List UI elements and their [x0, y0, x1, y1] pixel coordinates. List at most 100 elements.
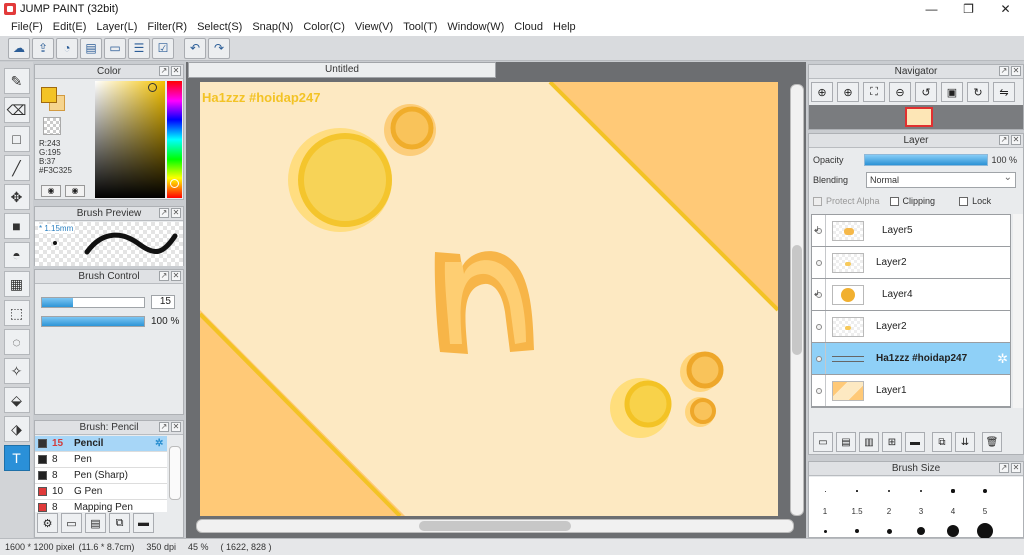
list-icon[interactable]: ☰	[128, 37, 150, 59]
hue-cursor[interactable]	[170, 179, 179, 188]
drawing-canvas[interactable]: Ha1zzz #hoidap247	[200, 82, 778, 516]
move-icon[interactable]: ✥	[3, 184, 30, 210]
brush-list-item[interactable]: 10 G Pen	[35, 484, 167, 500]
popout-icon[interactable]: ↗	[159, 66, 169, 76]
new-layer-icon[interactable]: ▭	[813, 432, 833, 452]
brush-folder-icon[interactable]: ▬	[133, 513, 154, 533]
menu-color[interactable]: Color(C)	[298, 21, 350, 33]
layer-item[interactable]: ↲ Layer4	[812, 279, 1010, 311]
saturation-value-square[interactable]	[95, 81, 165, 198]
brush-size-grid[interactable]: 1 1.5 2 3 4 5	[809, 477, 1023, 539]
new-raster-layer-icon[interactable]: ▤	[836, 432, 856, 452]
comment-icon[interactable]: ◔	[56, 37, 78, 59]
gradient-icon[interactable]: ▦	[3, 271, 30, 297]
brush-size-dot[interactable]	[823, 529, 827, 533]
gear-icon[interactable]: ✲	[155, 438, 167, 449]
popout-icon[interactable]: ↗	[159, 422, 169, 432]
popout-icon[interactable]: ↗	[159, 208, 169, 218]
redo-icon[interactable]: ↷	[208, 37, 230, 59]
zoom-in-icon[interactable]: ⊕	[837, 82, 859, 102]
visibility-icon[interactable]	[812, 247, 826, 278]
brush-size-dot[interactable]	[983, 489, 987, 493]
menu-layer[interactable]: Layer(L)	[91, 21, 142, 33]
visibility-icon[interactable]	[812, 311, 826, 342]
bucket-icon[interactable]: ◓	[3, 242, 30, 268]
popout-icon[interactable]: ↗	[999, 66, 1009, 76]
brush-list-scrollbar[interactable]	[169, 446, 181, 500]
brush-size-dot[interactable]	[824, 490, 826, 492]
flip-icon[interactable]: ⇋	[993, 82, 1015, 102]
layer-item[interactable]: Layer2	[812, 311, 1010, 343]
close-icon[interactable]: ✕	[171, 66, 181, 76]
brush-size-dot[interactable]	[951, 489, 955, 493]
menu-snap[interactable]: Snap(N)	[247, 21, 298, 33]
document-tab[interactable]: Untitled	[188, 62, 496, 78]
duplicate-layer-icon[interactable]: ⧉	[932, 432, 952, 452]
gear-icon[interactable]: ✲	[997, 351, 1008, 367]
lock-checkbox[interactable]	[959, 196, 969, 206]
brush-size-slider[interactable]	[41, 296, 145, 308]
vertical-scroll-thumb[interactable]	[792, 245, 802, 355]
horizontal-scroll-thumb[interactable]	[419, 521, 571, 531]
close-button[interactable]: ✕	[987, 0, 1024, 18]
new-brush-icon[interactable]: ▭	[61, 513, 82, 533]
visibility-icon[interactable]	[812, 343, 826, 374]
brush-settings-icon[interactable]: ⚙	[37, 513, 58, 533]
page-icon[interactable]: ▭	[104, 37, 126, 59]
checklist-icon[interactable]: ☑	[152, 37, 174, 59]
brush-size-input[interactable]: 15	[151, 295, 175, 309]
menu-filter[interactable]: Filter(R)	[142, 21, 192, 33]
brush-size-dot[interactable]	[977, 523, 993, 539]
merge-layer-icon[interactable]: ⇊	[955, 432, 975, 452]
fit-screen-icon[interactable]: ⛶	[863, 82, 885, 102]
horizontal-scrollbar[interactable]	[196, 519, 794, 533]
undo-icon[interactable]: ↶	[184, 37, 206, 59]
brush-size-dot[interactable]	[886, 528, 892, 534]
navigator-preview[interactable]	[809, 105, 1023, 129]
duplicate-brush-icon[interactable]: ⧉	[109, 513, 130, 533]
popout-icon[interactable]: ↗	[159, 271, 169, 281]
zoom-actual-icon[interactable]: ⊕	[811, 82, 833, 102]
reset-rotation-icon[interactable]: ▣	[941, 82, 963, 102]
marquee-icon[interactable]: ⬚	[3, 300, 30, 326]
blending-select[interactable]: Normal	[866, 171, 1017, 188]
eyedropper-icon[interactable]: ◉	[41, 185, 61, 197]
layer-item[interactable]: ↲ Layer5	[812, 215, 1010, 247]
fill-rect-icon[interactable]: ■	[3, 213, 30, 239]
eraser-icon[interactable]: ⌫	[3, 97, 30, 123]
cloud-icon[interactable]: ☁	[8, 37, 30, 59]
brush-list-item[interactable]: 8 Mapping Pen	[35, 500, 167, 512]
popout-icon[interactable]: ↗	[999, 135, 1009, 145]
minimize-button[interactable]: —	[913, 0, 950, 18]
color-picker-cursor[interactable]	[148, 83, 157, 92]
brush-size-dot[interactable]	[917, 527, 925, 535]
layer-folder-icon[interactable]: ▬	[905, 432, 925, 452]
brush-size-dot[interactable]	[947, 525, 959, 537]
menu-select[interactable]: Select(S)	[192, 21, 247, 33]
text-icon[interactable]: T	[3, 445, 30, 471]
close-icon[interactable]: ✕	[1011, 463, 1021, 473]
lasso-icon[interactable]: ◌	[3, 329, 30, 355]
pen-line-icon[interactable]: ╱	[3, 155, 30, 181]
layer-item[interactable]: Layer2	[812, 247, 1010, 279]
clipping-checkbox[interactable]	[889, 196, 899, 206]
maximize-button[interactable]: ❐	[950, 0, 987, 18]
magic-wand-icon[interactable]: ✧	[3, 358, 30, 384]
menu-view[interactable]: View(V)	[350, 21, 398, 33]
menu-file[interactable]: File(F)	[6, 21, 48, 33]
layer-item[interactable]: Ha1zzz #hoidap247 ✲	[812, 343, 1010, 375]
menu-window[interactable]: Window(W)	[442, 21, 509, 33]
visibility-icon[interactable]	[812, 375, 826, 406]
brush-size-dot[interactable]	[855, 529, 859, 533]
rotate-right-icon[interactable]: ↻	[967, 82, 989, 102]
new-text-layer-icon[interactable]: ▥	[859, 432, 879, 452]
new-layer-menu-icon[interactable]: ⊞	[882, 432, 902, 452]
select-pen-icon[interactable]: ⬙	[3, 387, 30, 413]
zoom-out-icon[interactable]: ⊖	[889, 82, 911, 102]
rectangle-icon[interactable]: □	[3, 126, 30, 152]
brush-list-item[interactable]: 15 Pencil ✲	[35, 436, 167, 452]
brush-size-dot[interactable]	[856, 490, 858, 492]
vertical-scrollbar[interactable]	[790, 84, 804, 516]
brush-menu-icon[interactable]: ▤	[85, 513, 106, 533]
brush-size-dot[interactable]	[919, 489, 923, 493]
